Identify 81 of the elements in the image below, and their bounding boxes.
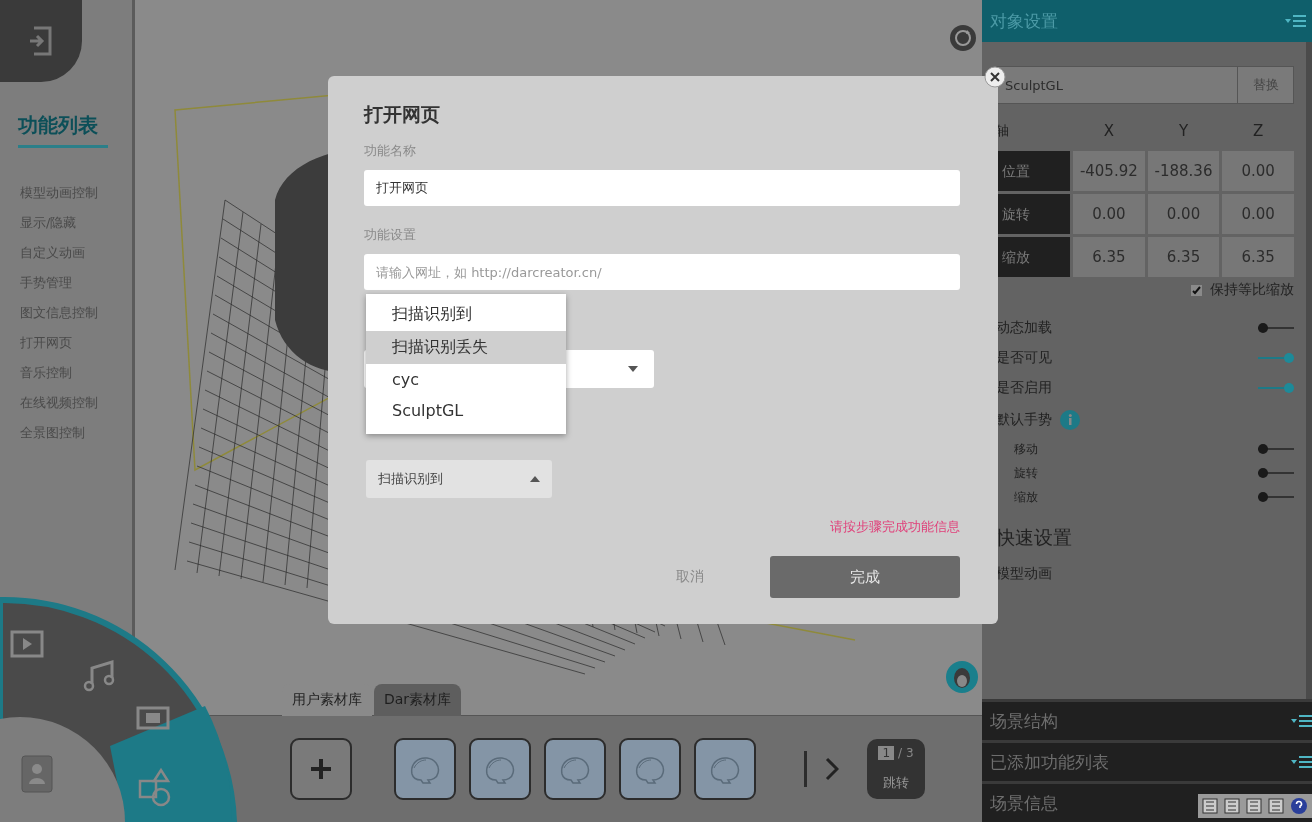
- gesture-option: 缩放: [1014, 488, 1038, 506]
- transform-value[interactable]: 6.35: [1147, 237, 1220, 277]
- jump-label: 跳转: [883, 774, 909, 792]
- cancel-button[interactable]: 取消: [670, 567, 710, 587]
- sidebar-title: 功能列表: [18, 112, 108, 148]
- contact-book-icon[interactable]: [21, 755, 53, 793]
- confirm-button[interactable]: 完成: [770, 556, 960, 598]
- name-input-field[interactable]: 打开网页: [364, 170, 960, 206]
- field-label: 功能设置: [364, 226, 417, 244]
- url-input-field[interactable]: 请输入网址，如 http://darcreator.cn/: [364, 254, 960, 290]
- library-tab[interactable]: Dar素材库: [374, 684, 462, 716]
- exit-door-icon: [28, 26, 54, 56]
- toggle-knob[interactable]: [1284, 353, 1294, 363]
- menu-icon[interactable]: [1290, 713, 1312, 729]
- transform-label: 旋转: [996, 194, 1070, 234]
- menu-item[interactable]: 扫描识别丢失: [366, 331, 566, 364]
- checkbox-label: 保持等比缩放: [1210, 281, 1294, 299]
- trigger-dropdown[interactable]: 扫描识别到: [366, 460, 552, 498]
- toggle-switch[interactable]: [1258, 382, 1294, 394]
- model-thumbnail[interactable]: [619, 738, 681, 800]
- toggle-label: 是否启用: [996, 379, 1052, 397]
- transform-value[interactable]: -405.92: [1073, 151, 1145, 191]
- model-thumbnail[interactable]: [394, 738, 456, 800]
- dialog-title: 打开网页: [364, 102, 441, 127]
- video-frame-icon[interactable]: [136, 706, 170, 730]
- menu-item[interactable]: 扫描识别到: [366, 298, 566, 331]
- film-icon[interactable]: [10, 630, 44, 658]
- chevron-right-icon[interactable]: [825, 757, 839, 781]
- transform-label: 缩放: [996, 237, 1070, 277]
- toggle-knob[interactable]: [1258, 492, 1268, 502]
- caret-icon: [530, 476, 540, 482]
- transform-value[interactable]: 0.00: [1073, 194, 1145, 234]
- model-thumbnail[interactable]: [544, 738, 606, 800]
- field-label: 功能名称: [364, 142, 417, 160]
- menu-item[interactable]: SculptGL: [366, 395, 566, 426]
- music-note-icon[interactable]: [83, 660, 115, 692]
- model-thumbnail[interactable]: [469, 738, 531, 800]
- page-total: / 3: [898, 746, 914, 760]
- menu-icon[interactable]: [1290, 754, 1312, 770]
- toggle-switch[interactable]: [1258, 491, 1294, 503]
- toggle-switch[interactable]: [1258, 352, 1294, 364]
- current-page: 1: [878, 746, 895, 760]
- panel-title: 对象设置: [990, 9, 1058, 33]
- gesture-option: 移动: [1014, 440, 1038, 458]
- transform-value[interactable]: 0.00: [1222, 194, 1294, 234]
- page-jump-button[interactable]: 1 / 3 跳转: [867, 739, 925, 799]
- transform-value[interactable]: 6.35: [1222, 237, 1294, 277]
- transform-value[interactable]: -188.36: [1147, 151, 1220, 191]
- toggle-knob[interactable]: [1258, 468, 1268, 478]
- checkbox[interactable]: [1191, 284, 1202, 296]
- menu-item[interactable]: cyc: [366, 364, 566, 395]
- transform-label: 位置: [996, 151, 1070, 191]
- toggle-knob[interactable]: [1258, 444, 1268, 454]
- add-button[interactable]: [290, 738, 352, 800]
- rotate-icon[interactable]: [949, 24, 977, 52]
- toggle-label: 是否可见: [996, 349, 1052, 367]
- gesture-option: 旋转: [1014, 464, 1038, 482]
- info-icon[interactable]: [1060, 410, 1080, 430]
- model-thumbnail[interactable]: [694, 738, 756, 800]
- plus-icon: [309, 757, 333, 781]
- model-name: SculptGL: [1004, 76, 1064, 95]
- transform-value[interactable]: 0.00: [1147, 194, 1220, 234]
- section-header[interactable]: 场景信息: [990, 791, 1058, 815]
- axis-header: Z: [1252, 121, 1265, 142]
- toggle-switch[interactable]: [1258, 322, 1294, 334]
- toggle-knob[interactable]: [1258, 323, 1268, 333]
- transform-value[interactable]: 6.35: [1073, 237, 1145, 277]
- shape-tool-button[interactable]: [110, 706, 231, 822]
- menu-icon[interactable]: [1284, 13, 1306, 29]
- help-icon[interactable]: [1290, 797, 1308, 815]
- toggle-knob[interactable]: [1284, 383, 1294, 393]
- caret-icon: [628, 366, 638, 372]
- axis-header: Y: [1177, 121, 1190, 142]
- close-icon[interactable]: [984, 66, 1006, 88]
- section-header[interactable]: 场景结构: [990, 709, 1058, 733]
- exit-button[interactable]: [0, 0, 82, 82]
- toggle-switch[interactable]: [1258, 443, 1294, 455]
- transform-value[interactable]: 0.00: [1222, 151, 1294, 191]
- axis-header: X: [1102, 121, 1115, 142]
- toggle-switch[interactable]: [1258, 467, 1294, 479]
- hint-text: 请按步骤完成功能信息: [830, 518, 960, 536]
